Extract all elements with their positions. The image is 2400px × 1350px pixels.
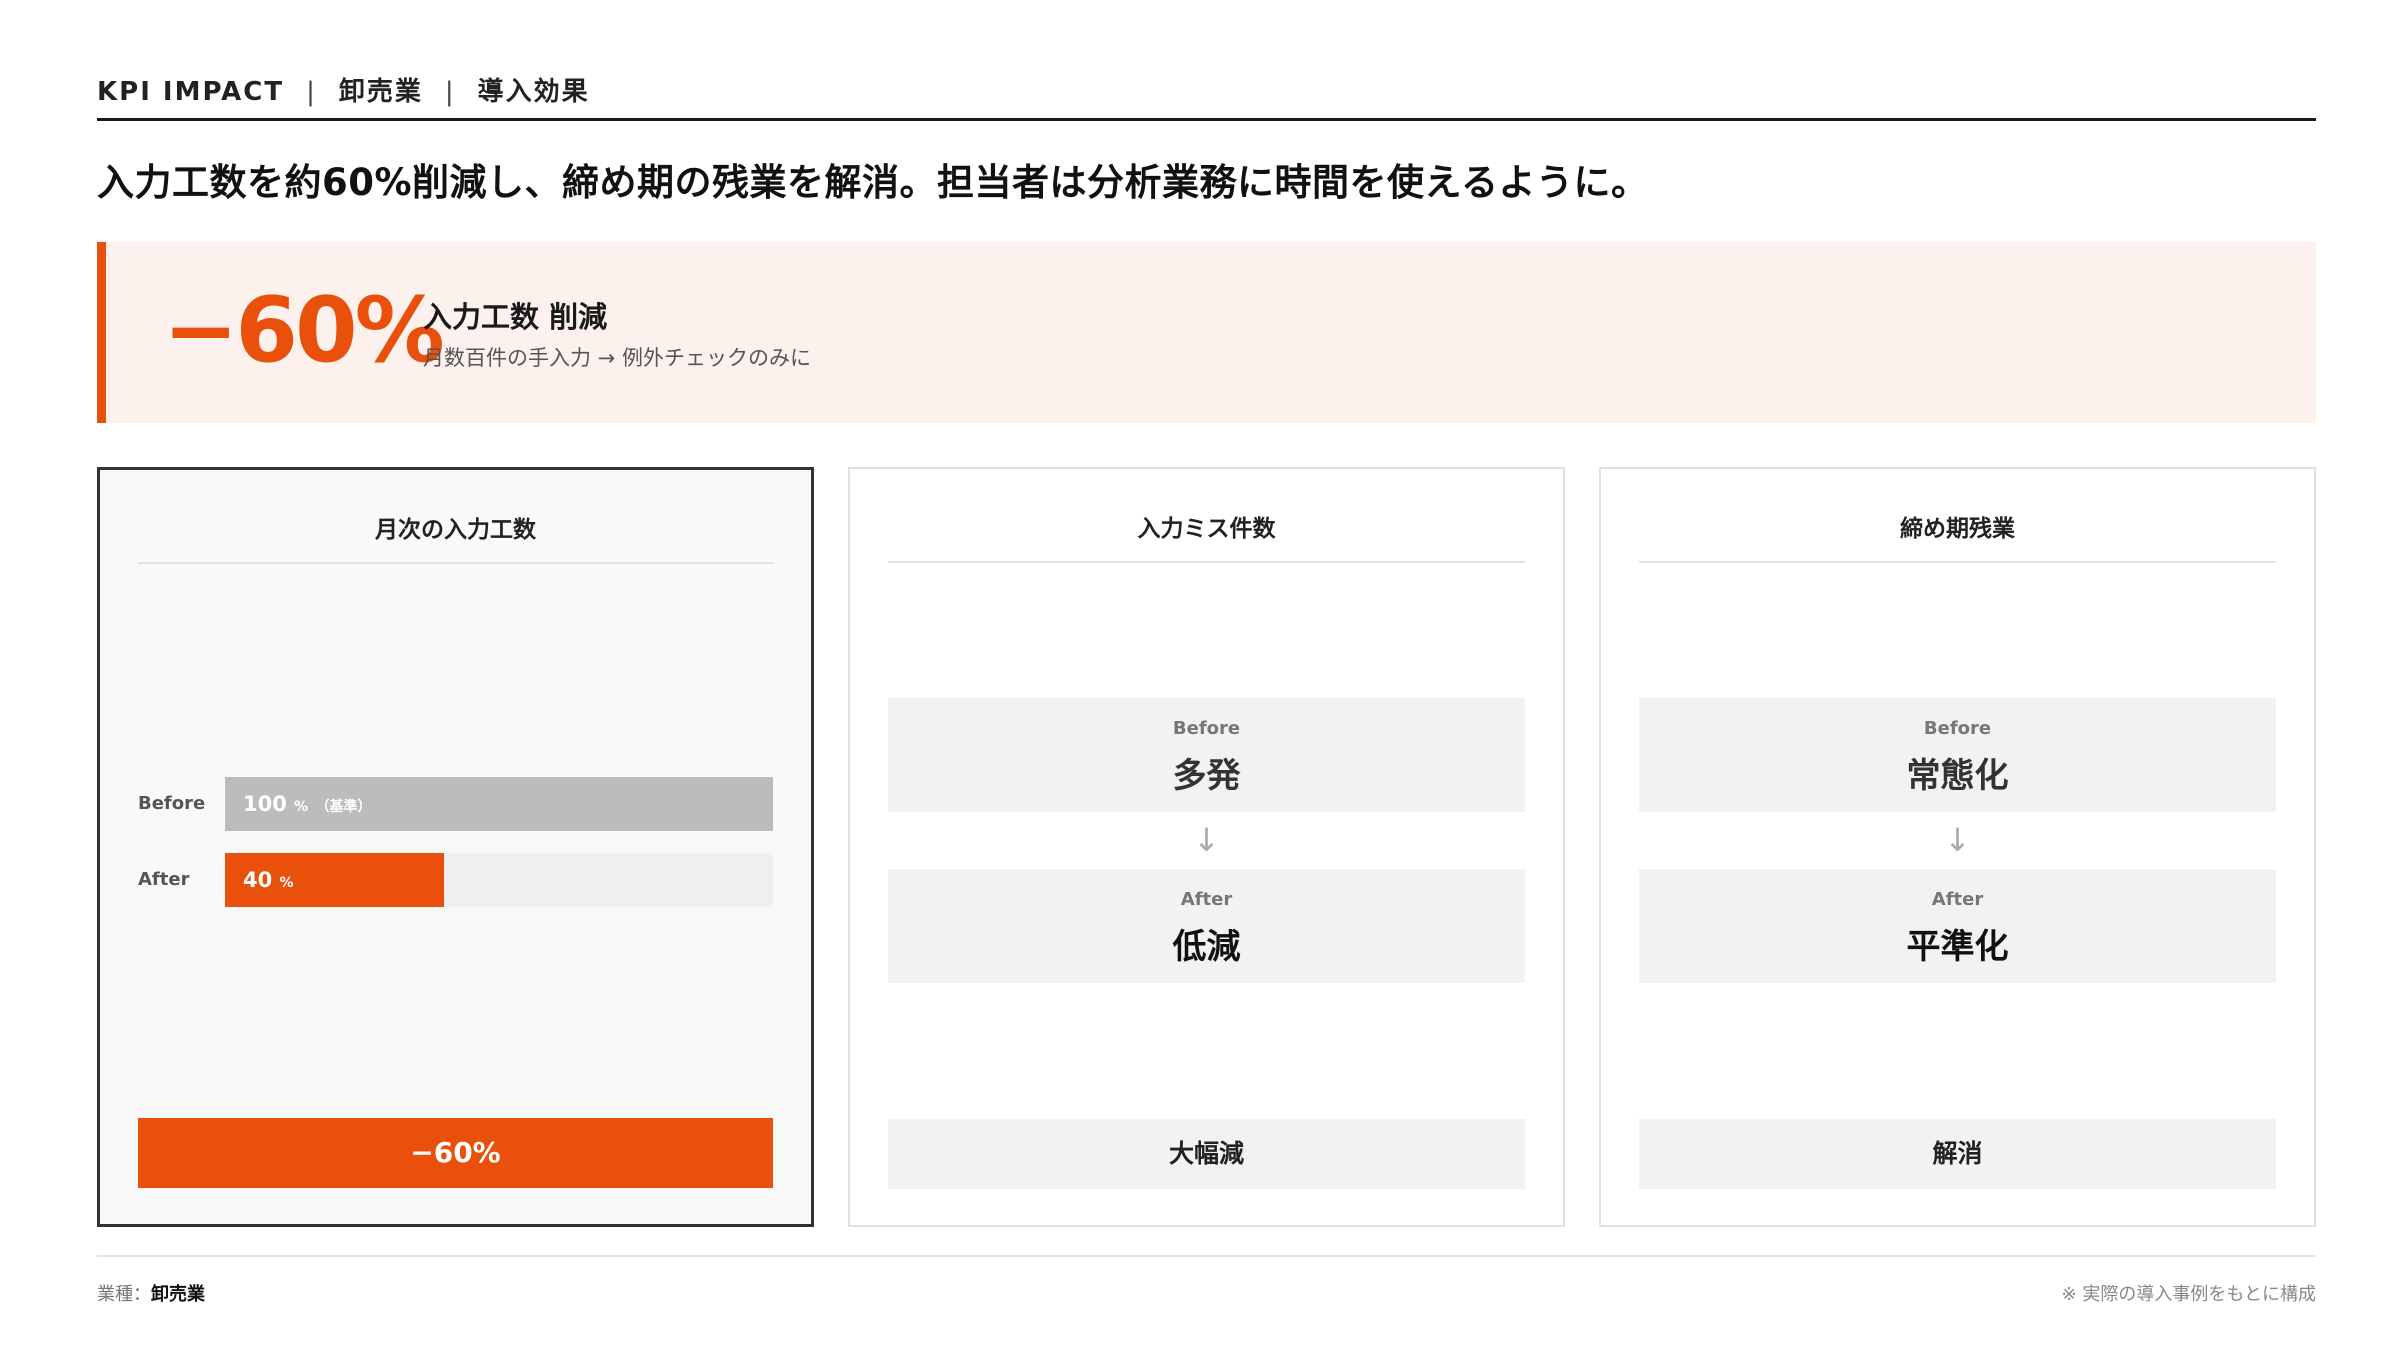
header-kpi-label: KPI IMPACT [97, 77, 285, 107]
before-label: Before [1923, 718, 1992, 739]
card-title-text: 月次の入力工数 [375, 517, 536, 543]
after-label: After [1931, 889, 1984, 910]
header-section: 導入効果 [477, 77, 590, 107]
card-input-errors: 入力ミス件数 Before 多発 ↓ After 低減 大幅減 [848, 467, 1565, 1227]
before-state-box: Before 多発 [888, 698, 1525, 812]
banner-subtitle: 月数百件の手入力 → 例外チェックのみに [423, 346, 811, 370]
page-header: KPI IMPACT | 卸売業 | 導入効果 [97, 74, 2316, 121]
footer-divider [97, 1255, 2316, 1257]
bar-value-number: 100 [243, 792, 287, 816]
bar-value-unit: % [294, 799, 309, 815]
before-state-box: Before 常態化 [1639, 698, 2276, 812]
after-value: 平準化 [1906, 927, 2009, 967]
card-result: −60% [138, 1118, 773, 1188]
card-input-workload: 月次の入力工数 Before 100 % （基準） After 40 % −60… [97, 467, 814, 1227]
bar-row-before: Before 100 % （基準） [138, 777, 773, 831]
bar-value-number: 40 [243, 868, 273, 892]
card-result: 大幅減 [888, 1119, 1525, 1189]
page-headline: 入力工数を約60%削減し、締め期の残業を解消。担当者は分析業務に時間を使えるよう… [97, 161, 1649, 204]
arrow-down-icon: ↓ [1193, 821, 1220, 859]
card-title-text: 締め期残業 [1900, 516, 2015, 542]
bar-label: Before [138, 793, 206, 814]
bar-row-after: After 40 % [138, 853, 773, 907]
before-label: Before [1172, 718, 1241, 739]
banner-value: −60% [163, 278, 445, 383]
after-state-box: After 低減 [888, 869, 1525, 983]
footer-industry-value: 卸売業 [151, 1284, 205, 1305]
bar-track: 40 % [225, 853, 773, 907]
header-separator: | [306, 77, 317, 107]
before-value: 多発 [1172, 756, 1241, 796]
banner-title: 入力工数 削減 [423, 300, 608, 334]
card-title: 締め期残業 [1639, 509, 2276, 563]
bar-value-note: （基準） [315, 799, 372, 815]
bar-track: 100 % （基準） [225, 777, 773, 831]
after-state-box: After 平準化 [1639, 869, 2276, 983]
card-result: 解消 [1639, 1119, 2276, 1189]
header-separator: | [444, 77, 456, 107]
kpi-banner: −60% 入力工数 削減 月数百件の手入力 → 例外チェックのみに [97, 242, 2316, 423]
card-overtime: 締め期残業 Before 常態化 ↓ After 平準化 解消 [1599, 467, 2316, 1227]
footer-industry: 業種：卸売業 [97, 1280, 205, 1306]
bar-value: 40 % [243, 853, 294, 910]
card-title-text: 入力ミス件数 [1137, 516, 1276, 542]
bar-value-unit: % [279, 875, 294, 891]
before-value: 常態化 [1906, 756, 2009, 796]
card-title: 入力ミス件数 [888, 509, 1525, 563]
bar-value: 100 % （基準） [243, 777, 372, 834]
after-value: 低減 [1172, 927, 1241, 967]
footer-note: ※ 実際の導入事例をもとに構成 [2061, 1284, 2316, 1305]
header-industry: 卸売業 [338, 77, 423, 107]
after-label: After [1180, 889, 1233, 910]
bar-label: After [138, 869, 190, 890]
footer-industry-label: 業種： [97, 1284, 151, 1305]
arrow-down-icon: ↓ [1944, 821, 1971, 859]
card-title: 月次の入力工数 [138, 510, 773, 564]
